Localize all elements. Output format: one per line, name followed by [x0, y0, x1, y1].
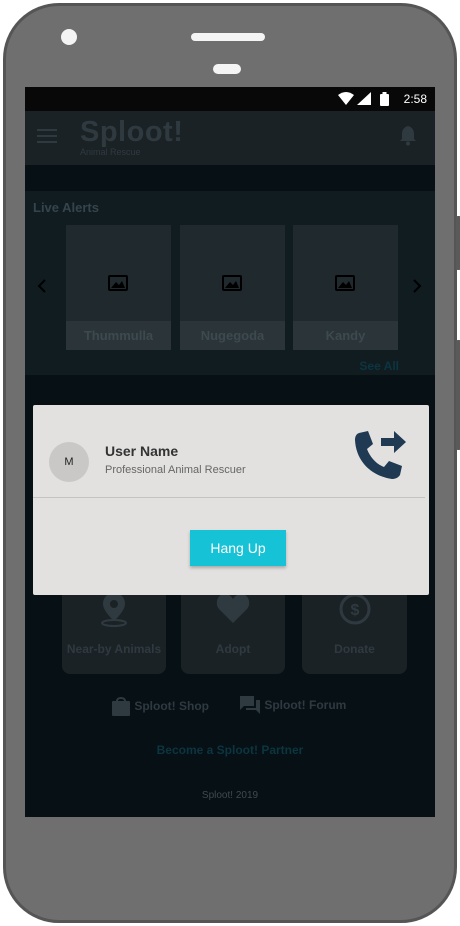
dialog-divider: [33, 497, 425, 498]
alert-card-label: Kandy: [293, 321, 398, 350]
proximity-sensor: [213, 64, 241, 74]
image-placeholder-icon: [108, 275, 128, 291]
app-bar: Sploot! Animal Rescue: [25, 111, 435, 165]
tile-label: Donate: [334, 642, 375, 656]
alert-card[interactable]: Kandy: [293, 225, 398, 350]
shopping-bag-icon: [112, 697, 130, 716]
shop-link-label: Sploot! Shop: [134, 699, 209, 713]
signal-icon: [357, 92, 371, 105]
app-logo: Sploot! Animal Rescue: [80, 117, 183, 157]
dollar-icon: $: [339, 593, 370, 625]
tile-label: Adopt: [215, 642, 251, 656]
caller-name: User Name: [105, 443, 179, 459]
avatar: M: [49, 442, 89, 482]
app-subtitle: Animal Rescue: [80, 147, 141, 157]
call-dialog: M User Name Professional Animal Rescuer …: [33, 405, 429, 595]
forum-link-label: Sploot! Forum: [264, 698, 347, 712]
alert-card[interactable]: Nugegoda: [180, 225, 285, 350]
see-all-link[interactable]: See All: [359, 359, 399, 373]
menu-icon[interactable]: [37, 128, 57, 144]
become-partner-link[interactable]: Become a Sploot! Partner: [25, 743, 435, 757]
image-placeholder-icon: [222, 275, 242, 291]
tile-label: Near-by Animals: [66, 642, 162, 656]
caller-role: Professional Animal Rescuer: [105, 464, 246, 476]
image-placeholder-icon: [335, 275, 355, 291]
svg-text:$: $: [350, 602, 359, 619]
battery-icon: [380, 92, 389, 106]
hang-up-button[interactable]: Hang Up: [190, 530, 286, 566]
volume-button: [456, 216, 460, 270]
notification-bell-icon[interactable]: [399, 126, 417, 146]
earpiece-speaker: [191, 33, 265, 41]
power-button: [456, 340, 460, 450]
phone-forwarded-icon: [355, 431, 406, 479]
status-bar: 2:58: [25, 87, 435, 111]
chevron-right-icon[interactable]: [412, 279, 422, 293]
wifi-icon: [338, 92, 354, 105]
live-alerts-section: Live Alerts Thummulla Nugegoda Kandy See…: [25, 191, 435, 375]
location-pin-icon: [101, 593, 127, 627]
forum-link[interactable]: Sploot! Forum: [239, 695, 346, 715]
alert-card-label: Thummulla: [66, 321, 171, 350]
app-screen: 2:58 Sploot! Animal Rescue Live Alerts T…: [25, 87, 435, 817]
app-title: Sploot!: [80, 116, 184, 148]
alert-card-label: Nugegoda: [180, 321, 285, 350]
copyright-text: Sploot! 2019: [201, 790, 259, 801]
front-camera: [61, 29, 77, 45]
chevron-left-icon[interactable]: [37, 279, 47, 293]
forum-chat-icon: [240, 696, 260, 714]
clock: 2:58: [403, 92, 427, 106]
alert-card[interactable]: Thummulla: [66, 225, 171, 350]
live-alerts-title: Live Alerts: [33, 200, 99, 215]
heart-icon: [216, 593, 250, 623]
shop-link[interactable]: Sploot! Shop: [111, 695, 209, 717]
